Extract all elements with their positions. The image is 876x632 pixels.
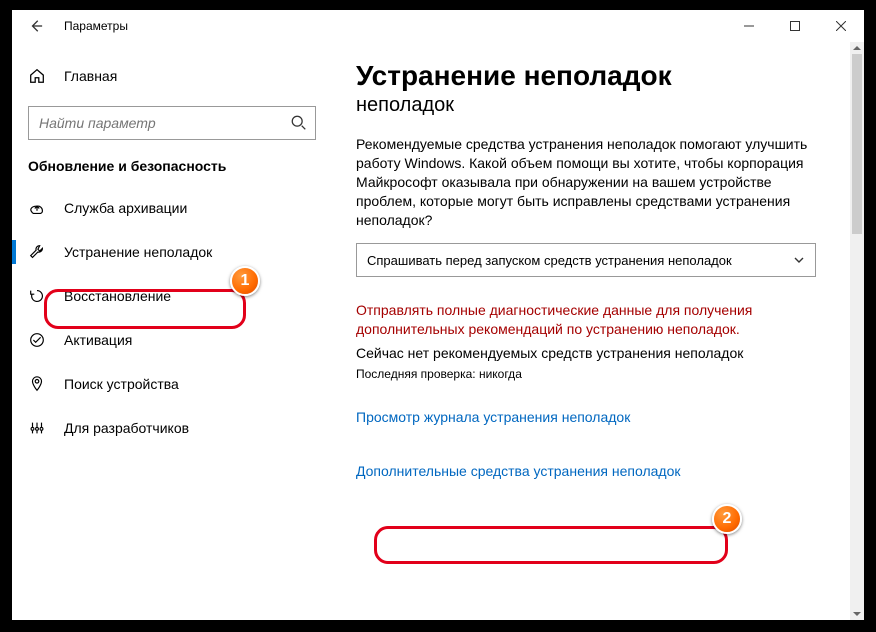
recovery-icon: [28, 287, 46, 305]
developers-icon: [28, 419, 46, 437]
scroll-down-icon: [852, 609, 862, 619]
close-icon: [836, 21, 846, 31]
minimize-icon: [744, 21, 754, 31]
nav-label: Устранение неполадок: [64, 244, 212, 260]
sidebar-home-label: Главная: [64, 68, 117, 84]
window-title: Параметры: [60, 19, 128, 33]
sidebar-item-activation[interactable]: Активация: [12, 318, 332, 362]
window-controls: [726, 10, 864, 42]
search-input[interactable]: [28, 106, 316, 140]
diagnostic-warning-link[interactable]: Отправлять полные диагностические данные…: [356, 301, 816, 339]
titlebar: Параметры: [12, 10, 864, 42]
sidebar-item-finddevice[interactable]: Поиск устройства: [12, 362, 332, 406]
description-text: Рекомендуемые средства устранения непола…: [356, 135, 816, 229]
nav-label: Восстановление: [64, 288, 171, 304]
chevron-down-icon: [793, 254, 805, 266]
nav-list: Служба архивации Устранение неполадок Во…: [12, 186, 332, 450]
arrow-left-icon: [29, 19, 43, 33]
nav-label: Служба архивации: [64, 200, 187, 216]
wrench-icon: [28, 243, 46, 261]
sidebar-item-recovery[interactable]: Восстановление: [12, 274, 332, 318]
find-device-icon: [28, 375, 46, 393]
close-button[interactable]: [818, 10, 864, 42]
no-recommended-text: Сейчас нет рекомендуемых средств устране…: [356, 345, 852, 361]
content-area: Главная Обновление и безопасность Служба…: [12, 42, 864, 620]
home-icon: [28, 67, 46, 85]
last-check-text: Последняя проверка: никогда: [356, 367, 852, 381]
search-wrap: [28, 106, 316, 140]
sidebar-section-title: Обновление и безопасность: [12, 158, 332, 186]
backup-icon: [28, 199, 46, 217]
sidebar-item-backup[interactable]: Служба архивации: [12, 186, 332, 230]
combo-value: Спрашивать перед запуском средств устран…: [367, 253, 732, 268]
sidebar-item-troubleshoot[interactable]: Устранение неполадок: [12, 230, 332, 274]
page-subtitle: неполадок: [356, 94, 852, 117]
search-icon: [290, 114, 308, 132]
page-title: Устранение неполадок: [356, 60, 852, 92]
recommend-level-select[interactable]: Спрашивать перед запуском средств устран…: [356, 243, 816, 277]
scrollbar[interactable]: [850, 42, 864, 620]
maximize-icon: [790, 21, 800, 31]
sidebar: Главная Обновление и безопасность Служба…: [12, 42, 332, 620]
sidebar-item-developers[interactable]: Для разработчиков: [12, 406, 332, 450]
activation-icon: [28, 331, 46, 349]
nav-label: Поиск устройства: [64, 376, 179, 392]
history-link[interactable]: Просмотр журнала устранения неполадок: [356, 409, 630, 425]
history-link-row: Просмотр журнала устранения неполадок: [356, 409, 852, 427]
nav-label: Для разработчиков: [64, 420, 189, 436]
minimize-button[interactable]: [726, 10, 772, 42]
main-panel: Устранение неполадок неполадок Рекоменду…: [332, 42, 864, 620]
sidebar-home[interactable]: Главная: [12, 56, 332, 96]
more-link-row: Дополнительные средства устранения непол…: [356, 463, 681, 481]
scrollbar-thumb[interactable]: [852, 54, 862, 234]
scroll-up-icon: [852, 43, 862, 53]
back-button[interactable]: [12, 10, 60, 42]
additional-troubleshooters-link[interactable]: Дополнительные средства устранения непол…: [356, 463, 681, 479]
nav-label: Активация: [64, 332, 132, 348]
maximize-button[interactable]: [772, 10, 818, 42]
settings-window: Параметры Главная Обновление и безопасно…: [12, 10, 864, 620]
